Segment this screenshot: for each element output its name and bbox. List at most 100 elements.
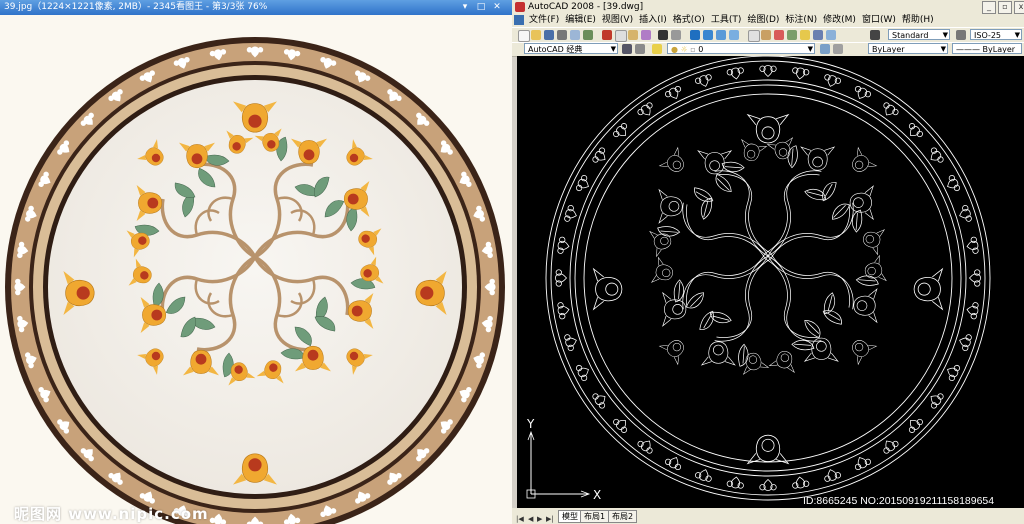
- chevron-down-icon: ▼: [942, 31, 948, 39]
- color-select[interactable]: ByLayer ▼: [868, 43, 948, 54]
- menu-edit[interactable]: 编辑(E): [562, 14, 599, 27]
- menu-help[interactable]: 帮助(H): [899, 14, 937, 27]
- copy-icon[interactable]: [615, 30, 627, 42]
- ring-motif: [943, 173, 962, 195]
- redo-icon[interactable]: [671, 30, 681, 40]
- cad-minimize-icon[interactable]: _: [982, 1, 996, 14]
- markup-icon[interactable]: [800, 30, 810, 40]
- layer-select[interactable]: ● ☼ ▫ 0 ▼: [667, 43, 815, 54]
- next-tab-icon[interactable]: ▶: [537, 511, 542, 524]
- tab-layout1[interactable]: 布局1: [580, 510, 610, 523]
- new-file-icon[interactable]: [518, 30, 530, 42]
- document-icon[interactable]: [514, 15, 524, 25]
- save-icon[interactable]: [544, 30, 554, 40]
- paste-icon[interactable]: [628, 30, 638, 40]
- cad-drawing-area[interactable]: Y X: [517, 56, 1024, 508]
- ring-motif: [965, 300, 980, 320]
- ucs-x-label: X: [593, 488, 601, 502]
- undo-icon[interactable]: [658, 30, 668, 40]
- zoom-realtime-icon[interactable]: [703, 30, 713, 40]
- make-current-layer-icon[interactable]: [820, 44, 830, 54]
- sheet-set-icon[interactable]: [787, 30, 797, 40]
- prev-tab-icon[interactable]: ◀: [528, 511, 533, 524]
- save-workspace-icon[interactable]: [635, 44, 645, 54]
- publish-icon[interactable]: [583, 30, 593, 40]
- menu-file[interactable]: 文件(F): [526, 14, 562, 27]
- workspace-select[interactable]: AutoCAD 经典 ▼: [524, 43, 618, 54]
- zoom-window-icon[interactable]: [716, 30, 726, 40]
- tab-layout2[interactable]: 布局2: [608, 510, 638, 523]
- autocad-app-icon: [515, 2, 525, 12]
- properties-icon[interactable]: [748, 30, 760, 42]
- match-properties-icon[interactable]: [641, 30, 651, 40]
- layer-value: 0: [698, 45, 704, 54]
- linetype-sample: ———: [956, 45, 983, 54]
- minimize-icon[interactable]: ▾: [458, 1, 472, 13]
- ring-motif: [555, 269, 567, 287]
- text-style-value: Standard: [892, 31, 929, 40]
- ring-motif: [574, 173, 593, 195]
- ucs-y-label: Y: [526, 417, 535, 431]
- last-tab-icon[interactable]: ▶|: [546, 511, 554, 524]
- layers-toolbar: AutoCAD 经典 ▼ ● ☼ ▫ 0 ▼ ByLayer ▼ ——— ByLaye…: [512, 42, 1024, 57]
- ring-motif: [556, 300, 571, 320]
- menu-draw[interactable]: 绘图(D): [744, 14, 782, 27]
- ring-motif: [694, 72, 714, 90]
- text-style-select[interactable]: Standard ▼: [888, 29, 950, 40]
- standard-toolbar: Standard ▼ ISO-25 ▼: [512, 27, 1024, 43]
- menu-dimension[interactable]: 标注(N): [782, 14, 820, 27]
- linetype-value: ByLayer: [982, 45, 1016, 54]
- menu-modify[interactable]: 修改(M): [820, 14, 859, 27]
- lock-icon: ▫: [690, 45, 696, 54]
- tool-palettes-icon[interactable]: [774, 30, 784, 40]
- print-icon[interactable]: [557, 30, 567, 40]
- viewer-title: 39.jpg（1224×1221像素, 2MB）- 2345看图王 - 第3/3…: [4, 2, 268, 12]
- menu-insert[interactable]: 插入(I): [636, 14, 670, 27]
- image-id-watermark: ID:8665245 NO:20150919211158189654: [803, 495, 995, 507]
- image-canvas[interactable]: 昵图网 www.nipic.com: [0, 15, 512, 524]
- preview-icon[interactable]: [570, 30, 580, 40]
- calculator-icon[interactable]: [813, 30, 823, 40]
- menu-format[interactable]: 格式(O): [670, 14, 708, 27]
- ring-motif: [759, 65, 777, 77]
- ring-motif: [574, 361, 593, 383]
- workspace-settings-icon[interactable]: [622, 44, 632, 54]
- layer-properties-icon[interactable]: [652, 44, 662, 54]
- maximize-icon[interactable]: □: [474, 1, 488, 13]
- open-file-icon[interactable]: [531, 30, 541, 40]
- ring-motif: [556, 236, 571, 256]
- tab-model[interactable]: 模型: [558, 510, 582, 523]
- menu-window[interactable]: 窗口(W): [859, 14, 899, 27]
- menu-tools[interactable]: 工具(T): [708, 14, 745, 27]
- cad-close-icon[interactable]: x: [1014, 1, 1024, 14]
- help-icon[interactable]: [826, 30, 836, 40]
- design-center-icon[interactable]: [761, 30, 771, 40]
- image-viewer-window: 39.jpg（1224×1221像素, 2MB）- 2345看图王 - 第3/3…: [0, 0, 512, 524]
- ring-motif: [726, 66, 746, 81]
- workspace-value: AutoCAD 经典: [528, 45, 583, 54]
- ring-motif: [759, 479, 777, 491]
- chevron-down-icon: ▼: [940, 45, 946, 53]
- first-tab-icon[interactable]: |◀: [516, 511, 524, 524]
- chevron-down-icon: ▼: [807, 45, 813, 53]
- cad-titlebar[interactable]: AutoCAD 2008 - [39.dwg] _ ▫ x: [512, 0, 1024, 14]
- chevron-down-icon: ▼: [610, 45, 616, 53]
- viewer-titlebar[interactable]: 39.jpg（1224×1221像素, 2MB）- 2345看图王 - 第3/3…: [0, 0, 512, 15]
- color-value: ByLayer: [872, 45, 905, 54]
- text-style-icon: [870, 30, 880, 40]
- ring-motif: [694, 466, 714, 484]
- cad-restore-icon[interactable]: ▫: [998, 1, 1012, 14]
- autocad-window: AutoCAD 2008 - [39.dwg] _ ▫ x 文件(F) 编辑(E…: [512, 0, 1024, 524]
- ring-motif: [965, 236, 980, 256]
- zoom-previous-icon[interactable]: [729, 30, 739, 40]
- cad-menubar: 文件(F) 编辑(E) 视图(V) 插入(I) 格式(O) 工具(T) 绘图(D…: [512, 14, 1024, 27]
- menu-view[interactable]: 视图(V): [599, 14, 636, 27]
- linetype-select[interactable]: ——— ByLayer: [952, 43, 1022, 54]
- ring-motif: [851, 84, 873, 103]
- sun-icon: ☼: [680, 45, 688, 54]
- dim-style-select[interactable]: ISO-25 ▼: [970, 29, 1022, 40]
- pan-icon[interactable]: [690, 30, 700, 40]
- close-icon[interactable]: ✕: [490, 1, 504, 13]
- cut-icon[interactable]: [602, 30, 612, 40]
- layer-previous-icon[interactable]: [833, 44, 843, 54]
